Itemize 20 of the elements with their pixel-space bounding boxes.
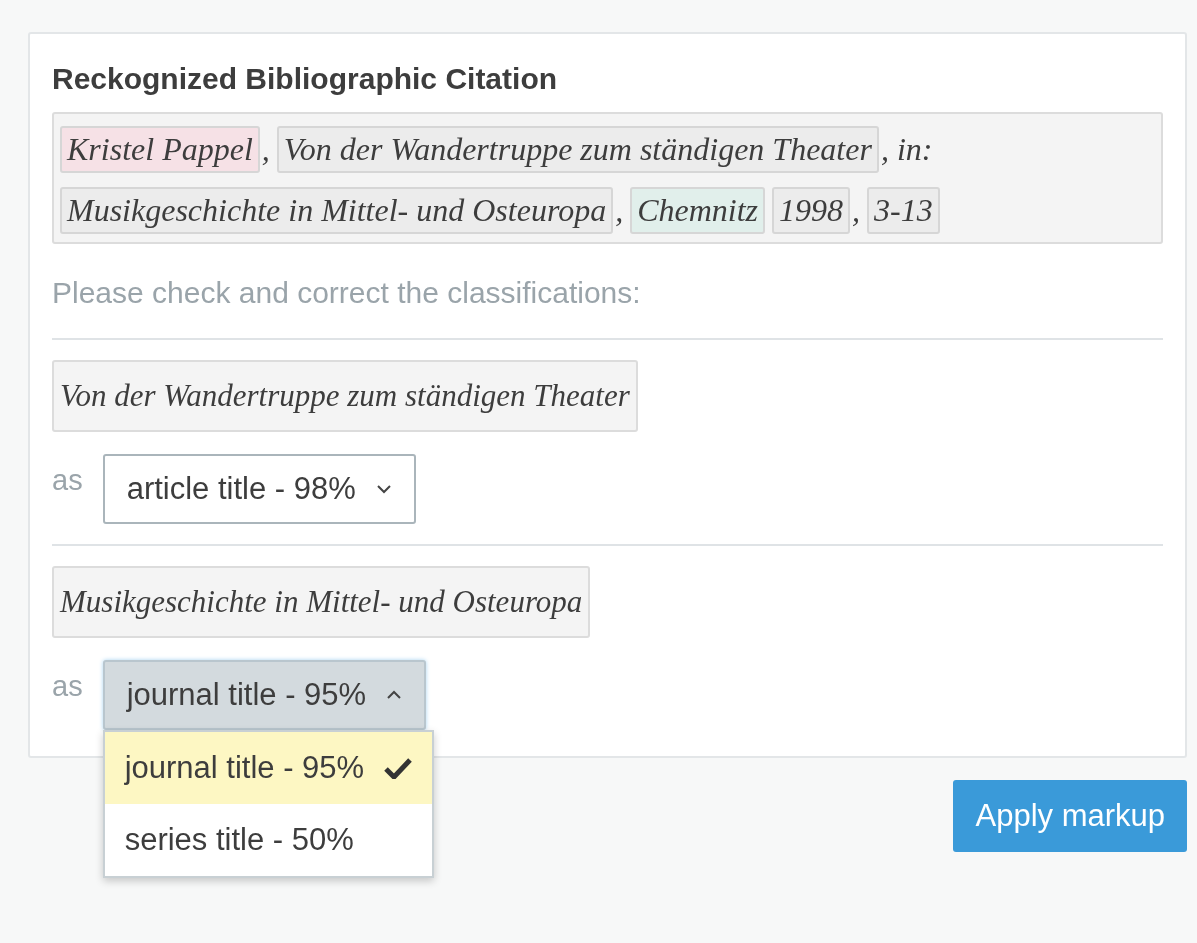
phrase-text: Musikgeschichte in Mittel- und Osteuropa (52, 566, 591, 638)
citation-token[interactable]: Von der Wandertruppe zum ständigen Theater (276, 126, 879, 173)
classification-select[interactable]: journal title - 95% (102, 660, 427, 730)
separator-text: , (852, 192, 861, 229)
classification-select[interactable]: article title - 98% (102, 454, 416, 524)
dropdown-option[interactable]: series title - 50% (104, 804, 433, 876)
citation-token[interactable]: Chemnitz (630, 187, 766, 234)
citation-token[interactable]: 1998 (772, 187, 851, 234)
citation-token[interactable]: 3-13 (867, 187, 940, 234)
citation-token[interactable]: Musikgeschichte in Mittel- und Osteuropa (60, 187, 614, 234)
separator-text: , in: (880, 131, 933, 168)
separator-text: , (615, 192, 624, 229)
citation-token[interactable]: Kristel Pappel (60, 126, 260, 173)
separator-text: , (261, 131, 270, 168)
instruction-text: Please check and correct the classifications: (52, 276, 642, 310)
as-label: as (52, 670, 83, 703)
dropdown-option[interactable]: journal title - 95% (104, 732, 433, 804)
card-title: Reckognized Bibliographic Citation (52, 62, 559, 96)
as-label: as (52, 464, 83, 497)
phrase-text: Von der Wandertruppe zum ständigen Theater (52, 360, 638, 432)
